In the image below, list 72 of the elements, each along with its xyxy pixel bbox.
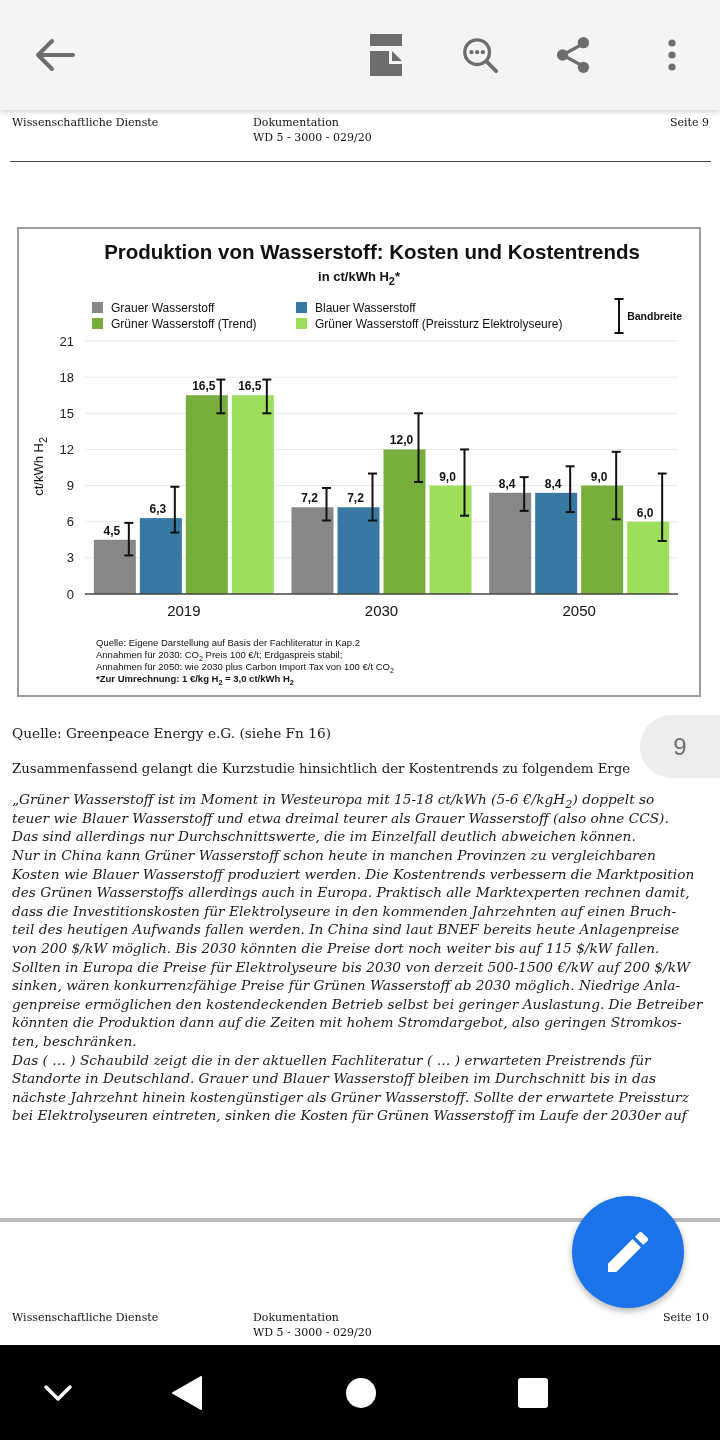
chart-note: Annahmen für 2030: CO$_{2}$ Preis 100 €/t; Erdgaspreis stabil;: [96, 648, 344, 662]
bar-value-label: 6,0: [636, 505, 654, 520]
legend-label: Grüner Wasserstoff (Trend): [111, 315, 257, 332]
header-text: Dokumentation: [253, 1310, 340, 1325]
y-tick-label: 12: [59, 441, 74, 457]
error-bar: [459, 448, 470, 517]
page-label: Seite 10: [663, 1310, 709, 1326]
bar: [93, 539, 136, 594]
share-icon[interactable]: [555, 36, 591, 74]
error-bar: [169, 485, 181, 534]
chart-title: Produktion von Wasserstoff: Kosten und Kostentrends: [103, 240, 641, 264]
bar-value-label: 16,5: [238, 378, 262, 393]
x-axis-label: 2030: [364, 601, 399, 619]
header-text: Dokumentation: [253, 115, 340, 130]
error-bar: [413, 411, 424, 483]
error-bar: [610, 450, 622, 520]
error-bar: [123, 521, 135, 557]
quote-paragraph: Nur in China kann Grüner Wasserstoff schon heute in manchen Provinzen zu vergleichbaren Kosten wie Blauer Wasserstoff produziert werden. Die Kostentrends verbessern die Marktposition des Grünen Wasserstoffs allerdings auch in Europa. Praktisch alle Marktexperten rechnen damit, dass die Investitionskosten für Elektrolyseure in den kommenden Jahrzehnten auf einen Bruch- teil des heutigen Aufwands fallen werden. In China sind laut BNEF bereits heute Anlagenpreise von 200 $/kW möglich. Bis 2030 könnten die Preise dort noch weiter bis auf 115 $/kW fallen. Sollten in Europa die Preise für Elektrolyseure bis 2030 von derzeit 500-1500 €/kW auf 200 $/kW sinken, wären konkurrenzfähige Preise für Grünen Wasserstoff ab 2030 möglich. Niedrige Anla- genpreise ermöglichen den kostendeckenden Betrieb selbst bei geringer Auslastung. Die Betreiber könnten die Produktion dann auf die Zeiten mit hohem Stromdargebot, also geringen Stromkos- ten, beschränken.: [12, 845, 704, 1051]
recents-icon[interactable]: [518, 1377, 548, 1408]
error-bar: [215, 378, 227, 414]
pencil-icon: [608, 1232, 648, 1272]
bar-value-label: 9,0: [439, 469, 456, 484]
error-bar-icon: [614, 297, 625, 334]
bar-value-label: 4,5: [103, 523, 121, 538]
quote-paragraph: Das ( … ) Schaubild zeigt die in der aktuellen Fachliteratur ( … ) erwarteten Preistrends für Standorte in Deutschland. Grauer und Blauer Wasserstoff bleiben im Durchschnitt bis in das nächste Jahrzehnt hinein kostengünstiger als Grüner Wasserstoff. Sollte der erwartete Preissturz bei Elektrolyseuren eintreten, sinken die Kosten für Grünen Wasserstoff im Laufe der 2030er auf: [12, 1050, 690, 1125]
error-bar: [367, 472, 378, 522]
home-icon[interactable]: [346, 1377, 376, 1408]
more-icon[interactable]: [668, 39, 676, 71]
bar-value-label: 16,5: [192, 378, 216, 393]
header-text: Wissenschaftliche Dienste: [12, 115, 160, 131]
bar-value-label: 7,2: [347, 490, 364, 505]
y-tick-label: 0: [66, 586, 74, 602]
y-tick-label: 18: [59, 369, 74, 385]
legend-label: Grüner Wasserstoff (Preissturz Elektrolyseure): [315, 315, 563, 332]
page-label: Seite 9: [670, 115, 709, 131]
bar-value-label: 7,2: [301, 490, 318, 505]
error-bar: [261, 378, 273, 414]
back-icon[interactable]: [172, 1375, 202, 1410]
y-tick-label: 9: [66, 477, 74, 493]
body-paragraph: Zusammenfassend gelangt die Kurzstudie hinsichtlich der Kostentrends zu folgendem Erge: [12, 759, 632, 778]
figure-source: Quelle: Greenpeace Energy e.G. (siehe Fn 16): [12, 724, 332, 743]
header-text: WD 5 - 3000 - 029/20: [253, 130, 373, 145]
error-bar: [518, 475, 530, 512]
back-arrow-icon[interactable]: [34, 38, 76, 72]
bar-value-label: 6,3: [149, 501, 167, 516]
page-number-indicator: 9: [640, 715, 720, 778]
legend-label: Grauer Wasserstoff: [111, 299, 215, 316]
chart-note: *Zur Umrechnung: 1 €/kg H$_{2}$ = 3,0 ct/kWh H$_{2}$: [96, 673, 295, 686]
bar-value-label: 8,4: [544, 476, 562, 491]
chart-note: Quelle: Eigene Darstellung auf Basis der Fachliteratur in Kap.2: [96, 636, 362, 649]
header-text: WD 5 - 3000 - 029/20: [253, 1325, 373, 1340]
search-icon[interactable]: [461, 36, 499, 74]
y-tick-label: 3: [66, 549, 74, 565]
y-tick-label: 15: [59, 405, 74, 421]
chevron-down-icon[interactable]: [43, 1383, 73, 1402]
legend-label: Bandbreite: [627, 309, 682, 322]
bar-value-label: 8,4: [498, 476, 516, 491]
error-bar: [564, 464, 576, 513]
chart-note: Annahmen für 2050: wie 2030 plus Carbon Import Tax von 100 €/t CO$_{2}$: [96, 661, 395, 674]
bar-value-label: 12,0: [389, 433, 414, 447]
y-tick-label: 21: [59, 333, 74, 349]
x-axis-label: 2050: [562, 601, 596, 619]
error-bar: [656, 472, 668, 542]
quote-paragraph: „Grüner Wasserstoff ist im Moment in Westeuropa mit 15-18 ct/kWh (5-6 €/kgH$_{2}$) doppelt so teuer wie Blauer Wasserstoff und etwa dreimal teurer als Grauer Wasserstoff (also ohne CCS). Das sind allerdings nur Durchschnittswerte, die im Einzelfall deutlich abweichen können.: [12, 790, 670, 846]
y-tick-label: 6: [66, 513, 74, 529]
legend-label: Blauer Wasserstoff: [315, 299, 416, 316]
bar-value-label: 9,0: [590, 469, 608, 484]
x-axis-label: 2019: [167, 601, 201, 619]
error-bar: [321, 486, 332, 522]
header-text: Wissenschaftliche Dienste: [12, 1310, 160, 1326]
chart-subtitle: in ct/kWh H$_{2}$*: [317, 269, 401, 289]
document-icon[interactable]: [370, 34, 402, 76]
